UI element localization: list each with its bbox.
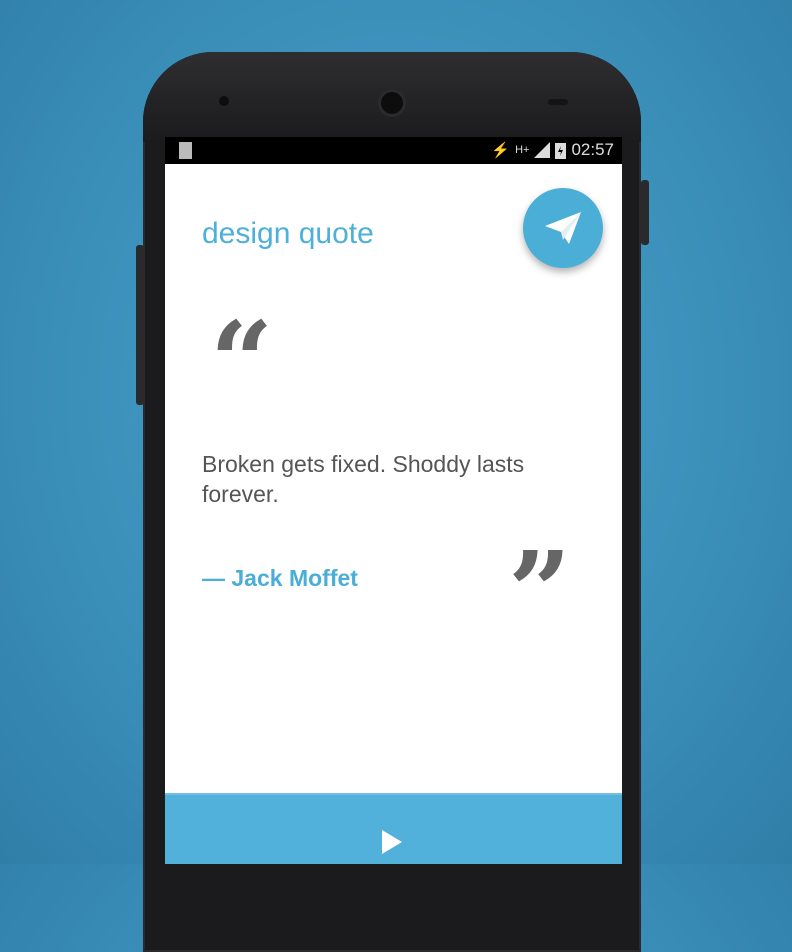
close-quote-mark: ”: [508, 527, 572, 656]
usb-debug-icon: ⚡: [491, 142, 511, 159]
battery-icon: [555, 142, 567, 159]
paper-plane-icon: [545, 212, 581, 244]
status-bar: ⚡ H+ 02:57: [165, 137, 622, 164]
screen: ⚡ H+ 02:57 design quote “ Broken gets fi…: [165, 137, 622, 864]
volume-button: [136, 245, 144, 405]
play-icon[interactable]: [382, 830, 402, 854]
bottom-bar: [165, 793, 622, 864]
send-button[interactable]: [523, 188, 603, 268]
app-title: design quote: [202, 217, 374, 250]
power-button: [641, 180, 649, 245]
signal-icon: [534, 142, 551, 158]
quote-author: — Jack Moffet: [202, 565, 358, 591]
front-camera: [381, 92, 403, 114]
network-type: H+: [515, 144, 530, 156]
quote-text: Broken gets fixed. Shoddy lasts forever.: [202, 451, 525, 507]
open-quote-mark: “: [210, 297, 274, 426]
earpiece: [219, 96, 229, 106]
clock: 02:57: [571, 140, 614, 159]
proximity-sensor: [548, 99, 568, 105]
notification-icon: [179, 142, 192, 159]
